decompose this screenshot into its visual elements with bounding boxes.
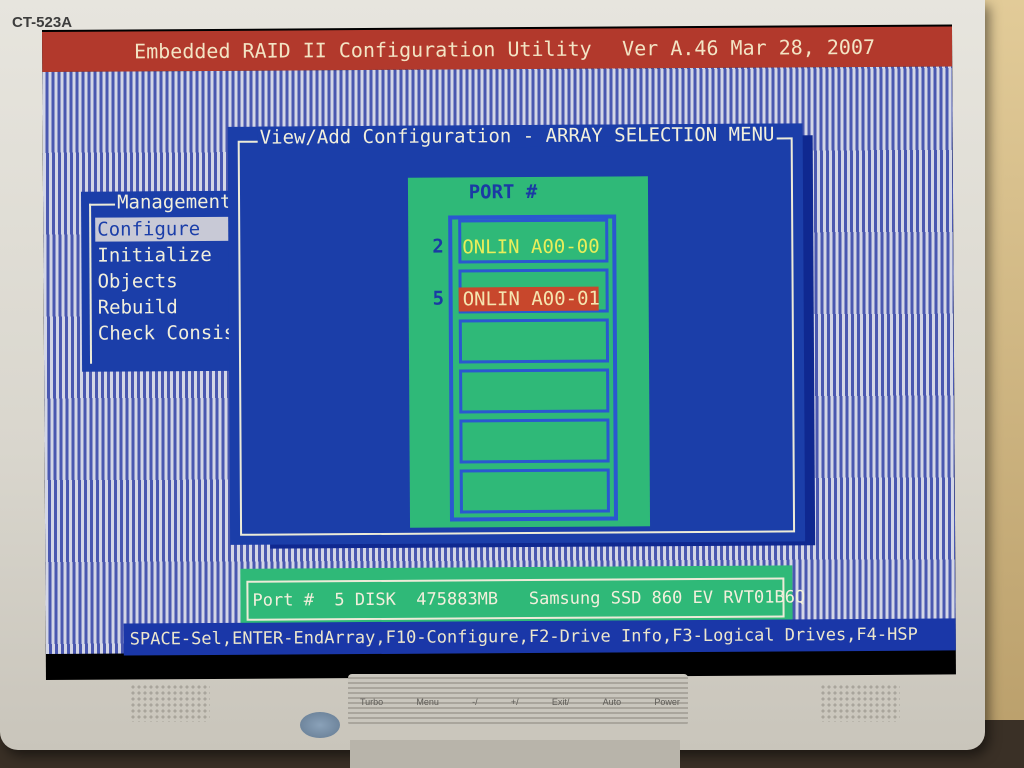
control-minus[interactable]: -/ [472, 697, 478, 707]
control-exit[interactable]: Exit/ [552, 697, 570, 707]
speaker-grille-right [820, 684, 900, 722]
control-turbo[interactable]: Turbo [360, 697, 383, 707]
drive-info-text: Port # 5 DISK 475883MB Samsung SSD 860 E… [252, 587, 806, 611]
monitor-control-labels: Turbo Menu -/ +/ Exit/ Auto Power [360, 697, 680, 707]
management-menu: Management Configure Initialize Objects … [80, 190, 248, 372]
menu-item-rebuild[interactable]: Rebuild [96, 295, 242, 320]
port-status-selected[interactable]: ONLIN A00-01 [458, 286, 600, 312]
port-slot[interactable] [459, 418, 610, 464]
control-auto[interactable]: Auto [603, 697, 622, 707]
monitor-model-label: CT-523A [12, 14, 73, 31]
control-power[interactable]: Power [654, 697, 680, 707]
config-window-title: View/Add Configuration - ARRAY SELECTION… [257, 123, 777, 149]
menu-item-initialize[interactable]: Initialize [95, 243, 241, 268]
control-menu[interactable]: Menu [416, 697, 439, 707]
port-slot[interactable] [459, 368, 610, 414]
port-header: PORT # [468, 180, 538, 204]
port-number: 5 [432, 287, 445, 310]
utility-version: Ver A.46 Mar 28, 2007 [622, 34, 876, 61]
monitor-bezel: CT-523A Embedded RAID II Configuration U… [0, 0, 985, 750]
port-status-online[interactable]: ONLIN A00-00 [458, 235, 606, 260]
crt-screen: Embedded RAID II Configuration Utility V… [42, 24, 956, 680]
speaker-grille-left [130, 684, 210, 722]
utility-title-bar: Embedded RAID II Configuration Utility V… [42, 26, 953, 72]
keyboard-help-bar: SPACE-Sel,ENTER-EndArray,F10-Configure,F… [123, 618, 956, 656]
menu-item-configure[interactable]: Configure [95, 216, 242, 242]
menu-item-check-consistency[interactable]: Check Consis [96, 321, 242, 346]
port-selection-panel: PORT # 2 ONLIN A00-00 5 ONLIN A00-01 [407, 176, 651, 528]
monitor-stand [350, 740, 680, 768]
utility-title: Embedded RAID II Configuration Utility [134, 36, 592, 64]
port-slot[interactable] [458, 318, 610, 364]
port-number: 2 [432, 235, 444, 258]
management-title: Management [114, 190, 234, 214]
monitor-logo-icon [300, 712, 340, 738]
menu-item-objects[interactable]: Objects [95, 269, 241, 294]
port-slot[interactable] [459, 468, 610, 514]
control-plus[interactable]: +/ [511, 697, 519, 707]
